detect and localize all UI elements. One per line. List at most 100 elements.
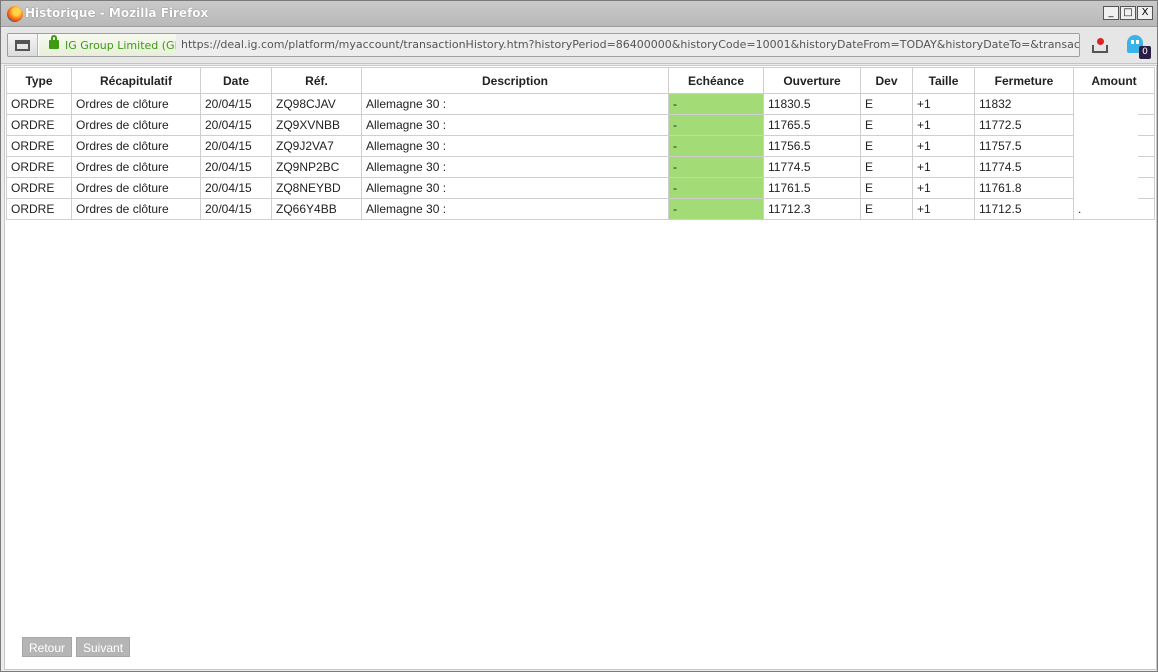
cell-ref: ZQ9J2VA7: [271, 135, 362, 157]
site-identity-button[interactable]: [8, 34, 38, 56]
cell-amount: [1073, 135, 1155, 157]
navigation-bar: IG Group Limited (GB) https://deal.ig.co…: [1, 28, 1157, 64]
notification-tray-icon[interactable]: [1091, 38, 1109, 54]
cell-amount: [1073, 177, 1155, 199]
cell-date: 20/04/15: [200, 198, 272, 220]
title-bar: Historique - Mozilla Firefox _ □ X: [1, 1, 1157, 27]
cell-echeance: -: [668, 135, 764, 157]
cell-description: Allemagne 30 :: [361, 135, 669, 157]
ghostery-badge: 0: [1139, 46, 1151, 59]
cell-taille: +1: [912, 114, 975, 136]
column-header-recapitulatif: Récapitulatif: [71, 67, 201, 94]
table-row: ORDRE Ordres de clôture 20/04/15 ZQ98CJA…: [6, 93, 1155, 115]
identity-box[interactable]: IG Group Limited (GB): [39, 34, 196, 56]
url-text[interactable]: https://deal.ig.com/platform/myaccount/t…: [176, 34, 1079, 56]
window-title: Historique - Mozilla Firefox: [25, 6, 209, 20]
browser-window: Historique - Mozilla Firefox _ □ X IG Gr…: [0, 0, 1158, 672]
close-button[interactable]: X: [1137, 6, 1153, 20]
cell-date: 20/04/15: [200, 156, 272, 178]
cell-amount: .: [1073, 198, 1155, 220]
site-identity-icon: [15, 40, 30, 51]
cell-dev: E: [860, 135, 913, 157]
cell-date: 20/04/15: [200, 135, 272, 157]
cell-ref: ZQ98CJAV: [271, 93, 362, 115]
column-header-ouverture: Ouverture: [763, 67, 861, 94]
amount-value: .: [1078, 201, 1082, 216]
lock-icon: [49, 35, 59, 49]
cell-recap: Ordres de clôture: [71, 177, 201, 199]
cell-ref: ZQ9NP2BC: [271, 156, 362, 178]
cell-description: Allemagne 30 :: [361, 156, 669, 178]
cell-dev: E: [860, 198, 913, 220]
table-row: ORDRE Ordres de clôture 20/04/15 ZQ9NP2B…: [6, 156, 1155, 178]
cell-description: Allemagne 30 :: [361, 177, 669, 199]
cell-dev: E: [860, 114, 913, 136]
cell-date: 20/04/15: [200, 177, 272, 199]
cell-taille: +1: [912, 177, 975, 199]
table-row: ORDRE Ordres de clôture 20/04/15 ZQ66Y4B…: [6, 198, 1155, 220]
cell-ref: ZQ66Y4BB: [271, 198, 362, 220]
column-header-dev: Dev: [860, 67, 913, 94]
table-header-row: Type Récapitulatif Date Réf. Description…: [6, 67, 1155, 94]
firefox-icon: [7, 6, 23, 22]
column-header-date: Date: [200, 67, 272, 94]
cell-echeance: -: [668, 198, 764, 220]
column-header-fermeture: Fermeture: [974, 67, 1074, 94]
identity-label: IG Group Limited (GB): [65, 39, 187, 52]
table-row: ORDRE Ordres de clôture 20/04/15 ZQ9J2VA…: [6, 135, 1155, 157]
cell-description: Allemagne 30 :: [361, 114, 669, 136]
cell-description: Allemagne 30 :: [361, 198, 669, 220]
cell-echeance: -: [668, 93, 764, 115]
maximize-button[interactable]: □: [1120, 6, 1136, 20]
cell-ref: ZQ9XVNBB: [271, 114, 362, 136]
url-bar[interactable]: IG Group Limited (GB) https://deal.ig.co…: [7, 33, 1080, 57]
previous-page-button[interactable]: Retour: [22, 637, 73, 657]
cell-recap: Ordres de clôture: [71, 198, 201, 220]
cell-type: ORDRE: [6, 198, 72, 220]
column-header-type: Type: [6, 67, 72, 94]
cell-fermeture: 11757.5: [974, 135, 1074, 157]
column-header-description: Description: [361, 67, 669, 94]
cell-echeance: -: [668, 114, 764, 136]
cell-ouverture: 11774.5: [763, 156, 861, 178]
cell-amount: [1073, 93, 1155, 115]
cell-date: 20/04/15: [200, 114, 272, 136]
table-row: ORDRE Ordres de clôture 20/04/15 ZQ9XVNB…: [6, 114, 1155, 136]
column-header-echeance: Echéance: [668, 67, 764, 94]
page-content: Type Récapitulatif Date Réf. Description…: [4, 65, 1157, 670]
cell-ouverture: 11761.5: [763, 177, 861, 199]
column-header-ref: Réf.: [271, 67, 362, 94]
cell-amount: [1073, 114, 1155, 136]
cell-taille: +1: [912, 93, 975, 115]
cell-ouverture: 11765.5: [763, 114, 861, 136]
cell-echeance: -: [668, 156, 764, 178]
cell-ouverture: 11712.3: [763, 198, 861, 220]
column-header-taille: Taille: [912, 67, 975, 94]
cell-date: 20/04/15: [200, 93, 272, 115]
cell-type: ORDRE: [6, 114, 72, 136]
next-page-button[interactable]: Suivant: [76, 637, 131, 657]
cell-fermeture: 11832: [974, 93, 1074, 115]
cell-recap: Ordres de clôture: [71, 114, 201, 136]
cell-dev: E: [860, 177, 913, 199]
cell-ouverture: 11830.5: [763, 93, 861, 115]
cell-recap: Ordres de clôture: [71, 156, 201, 178]
cell-fermeture: 11774.5: [974, 156, 1074, 178]
cell-type: ORDRE: [6, 156, 72, 178]
table-row: ORDRE Ordres de clôture 20/04/15 ZQ8NEYB…: [6, 177, 1155, 199]
cell-amount: [1073, 156, 1155, 178]
cell-fermeture: 11772.5: [974, 114, 1074, 136]
cell-recap: Ordres de clôture: [71, 135, 201, 157]
cell-ref: ZQ8NEYBD: [271, 177, 362, 199]
cell-dev: E: [860, 93, 913, 115]
minimize-button[interactable]: _: [1103, 6, 1119, 20]
cell-type: ORDRE: [6, 93, 72, 115]
cell-taille: +1: [912, 135, 975, 157]
cell-taille: +1: [912, 198, 975, 220]
cell-fermeture: 11761.8: [974, 177, 1074, 199]
cell-description: Allemagne 30 :: [361, 93, 669, 115]
cell-dev: E: [860, 156, 913, 178]
transaction-history-table: Type Récapitulatif Date Réf. Description…: [6, 67, 1155, 220]
cell-echeance: -: [668, 177, 764, 199]
cell-recap: Ordres de clôture: [71, 93, 201, 115]
